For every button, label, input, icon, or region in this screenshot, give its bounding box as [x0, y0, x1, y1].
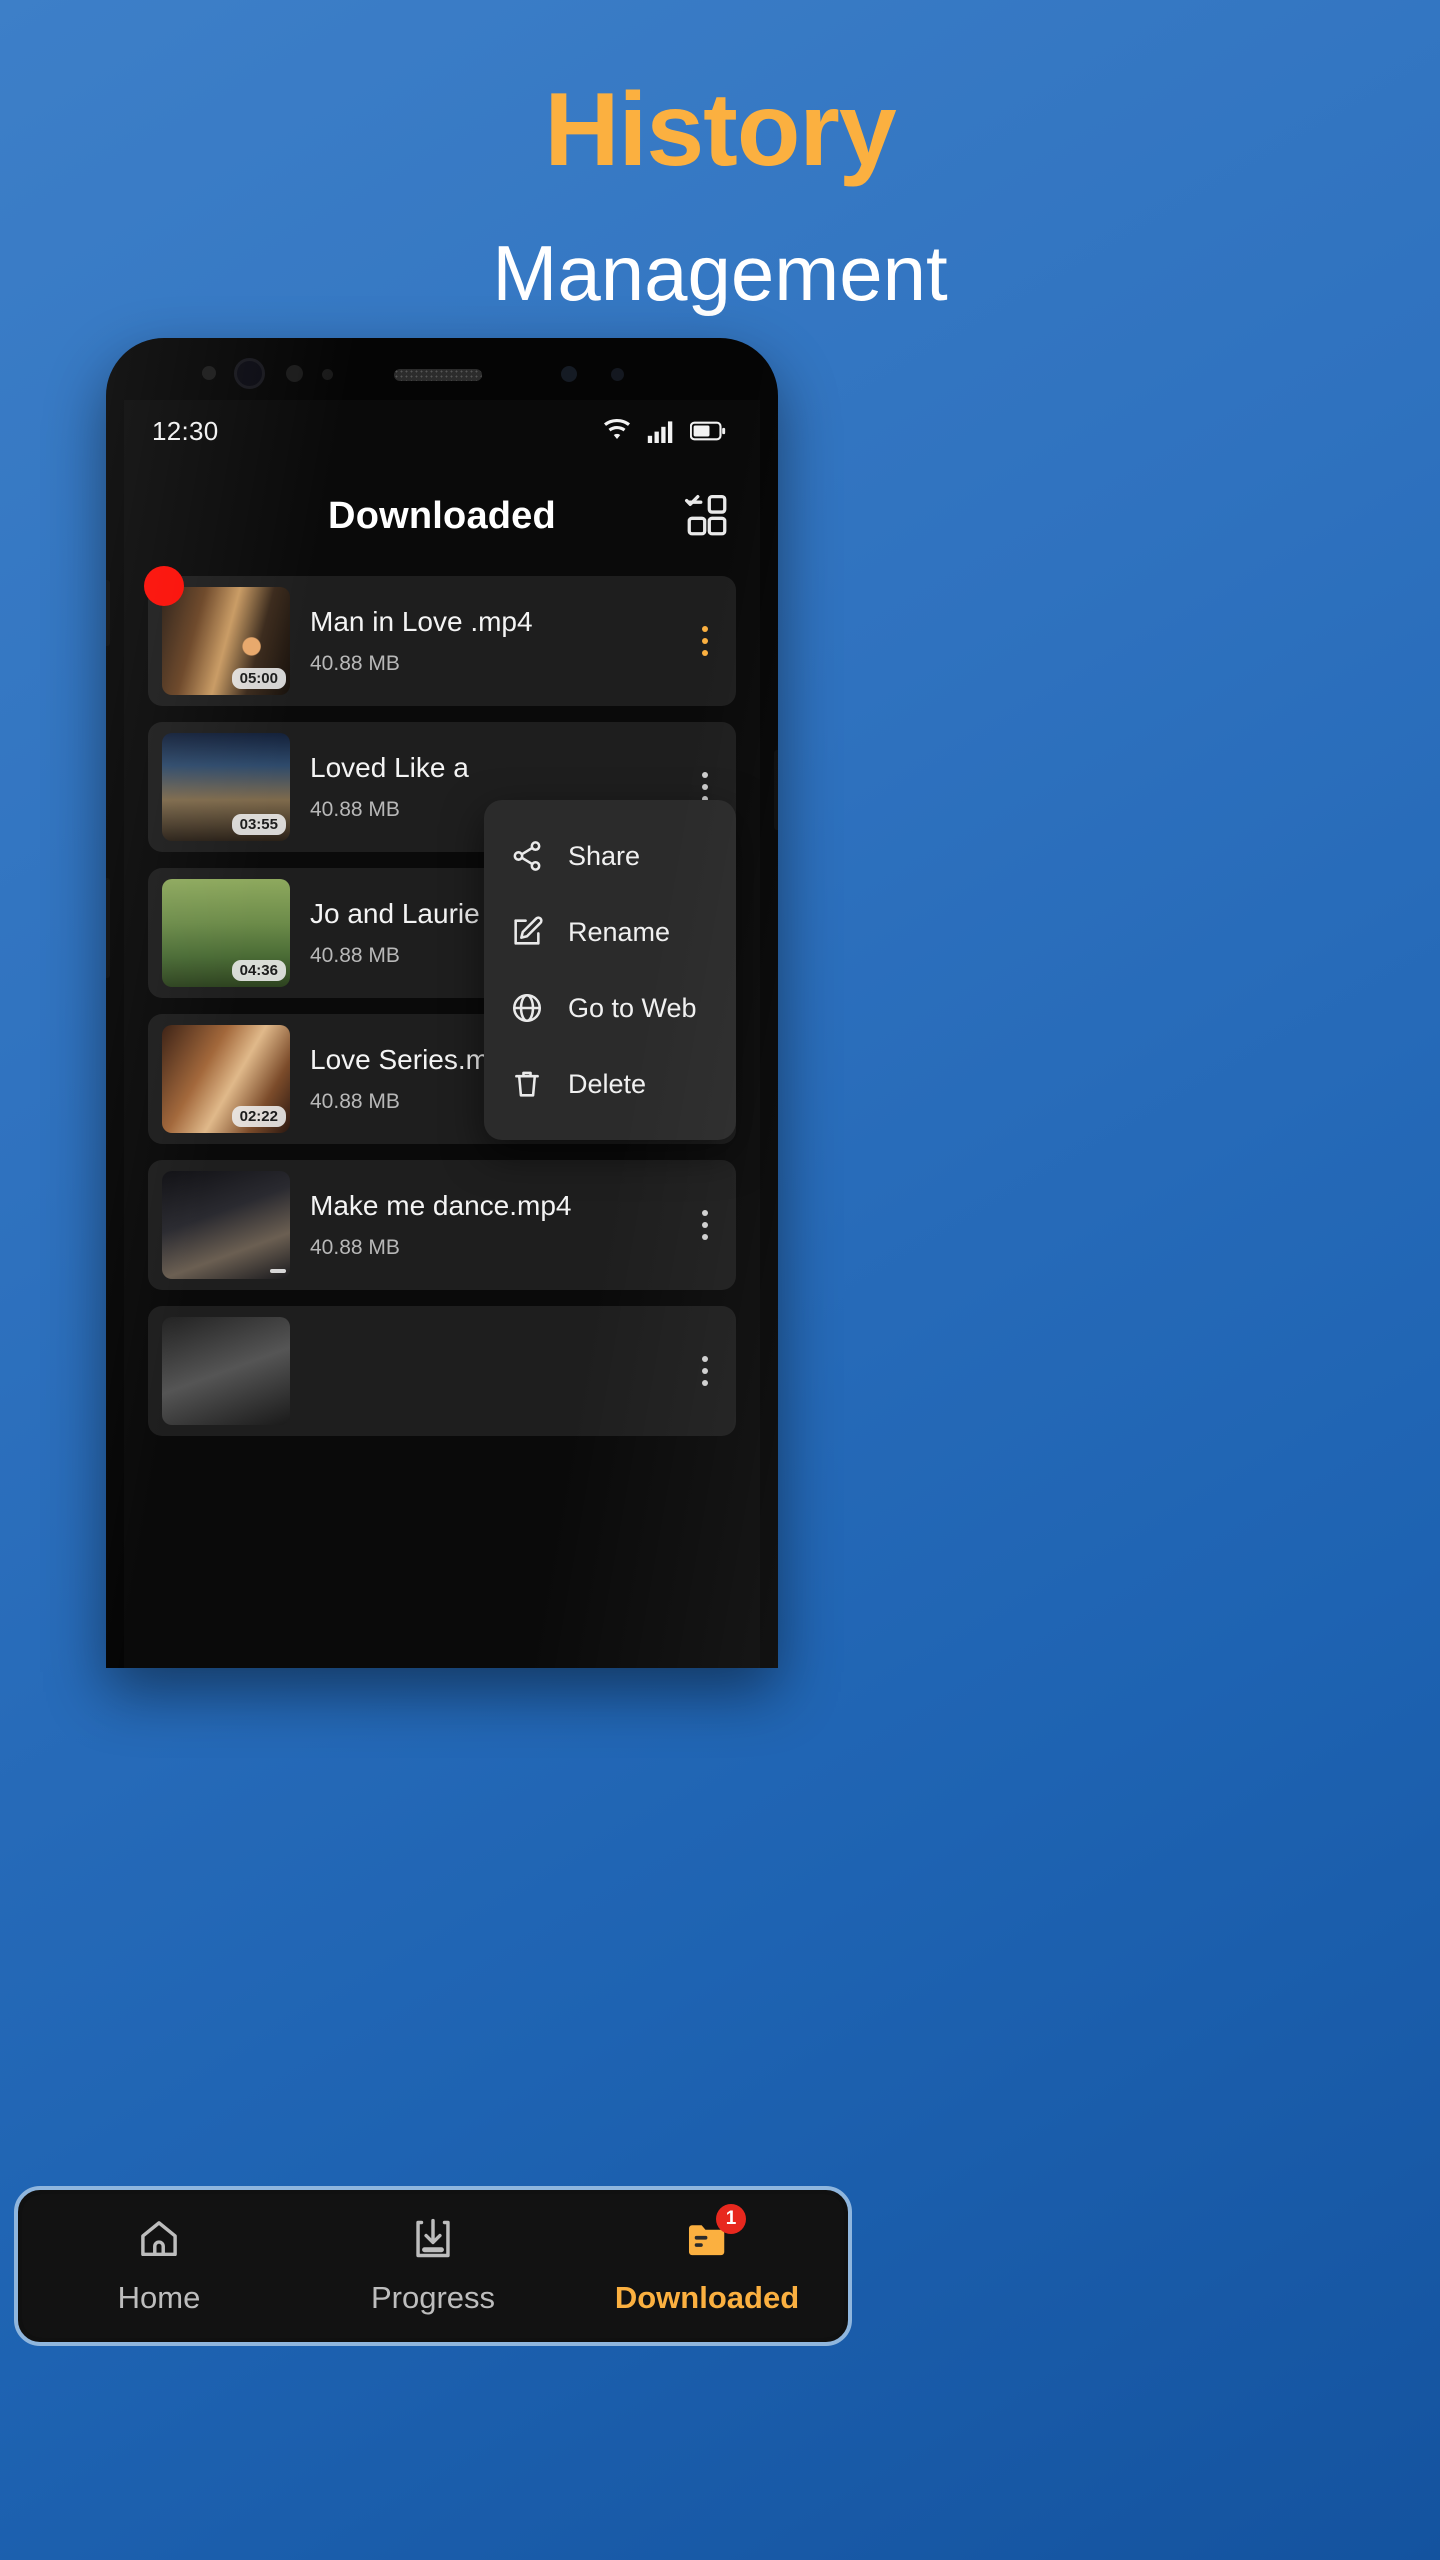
cellular-signal-icon — [646, 419, 676, 443]
unread-badge-dot — [144, 566, 184, 606]
file-name: Make me dance.mp4 — [310, 1190, 572, 1221]
status-time: 12:30 — [152, 415, 219, 446]
phone-mockup: 12:30 Downloaded 05:00 Man in Love .mp4 … — [106, 338, 778, 1668]
video-duration: 02:22 — [231, 1106, 286, 1127]
more-options-icon[interactable] — [688, 1356, 722, 1386]
nav-item-home[interactable]: Home — [22, 2216, 296, 2316]
file-size: 40.88 MB — [310, 652, 400, 675]
folder-icon: 1 — [684, 2204, 746, 2262]
list-item-meta: Make me dance.mp4 40.88 MB — [310, 1190, 668, 1260]
menu-item-delete[interactable]: Delete — [484, 1046, 736, 1122]
front-camera-icon — [234, 358, 265, 389]
light-sensor-icon — [286, 365, 303, 382]
phone-volume-up-button — [106, 580, 110, 646]
list-item-meta: Man in Love .mp4 40.88 MB — [310, 606, 668, 676]
trash-icon — [510, 1067, 544, 1101]
video-duration: 03:55 — [231, 814, 286, 835]
app-bar-title: Downloaded — [328, 494, 556, 537]
status-icons — [602, 419, 726, 443]
bottom-navigation-bar: Home Progress 1 Downloaded — [14, 2186, 852, 2346]
phone-volume-down-button — [106, 878, 110, 978]
menu-item-label: Share — [568, 840, 641, 871]
file-name: Loved Like a — [310, 752, 469, 783]
menu-item-label: Go to Web — [568, 992, 697, 1023]
download-icon — [410, 2216, 456, 2262]
context-menu: Share Rename Go to Web Delete — [484, 800, 736, 1140]
nav-item-label: Home — [117, 2280, 201, 2315]
file-size: 40.88 MB — [310, 1236, 400, 1259]
led-indicator-icon — [611, 368, 624, 381]
video-duration — [270, 1269, 286, 1273]
secondary-camera-icon — [561, 366, 577, 382]
video-thumbnail[interactable]: 04:36 — [162, 879, 290, 987]
video-duration: 04:36 — [231, 960, 286, 981]
wifi-icon — [602, 419, 632, 443]
video-thumbnail[interactable]: 05:00 — [162, 587, 290, 695]
menu-item-rename[interactable]: Rename — [484, 894, 736, 970]
share-icon — [510, 839, 544, 873]
more-options-icon[interactable] — [688, 626, 722, 656]
menu-item-share[interactable]: Share — [484, 818, 736, 894]
ir-sensor-icon — [322, 369, 333, 380]
select-grid-icon[interactable] — [684, 493, 730, 539]
nav-item-label: Downloaded — [614, 2280, 800, 2315]
file-name: Man in Love .mp4 — [310, 606, 533, 637]
status-badge: 1 — [716, 2204, 746, 2234]
more-options-icon[interactable] — [688, 1210, 722, 1240]
home-icon — [136, 2216, 182, 2262]
menu-item-label: Delete — [568, 1068, 647, 1099]
promo-header: History Management — [0, 0, 1440, 312]
phone-screen: 12:30 Downloaded 05:00 Man in Love .mp4 … — [124, 400, 760, 1668]
nav-item-downloaded[interactable]: 1 Downloaded — [570, 2204, 844, 2316]
menu-item-go-to-web[interactable]: Go to Web — [484, 970, 736, 1046]
video-thumbnail[interactable] — [162, 1317, 290, 1425]
video-thumbnail[interactable]: 03:55 — [162, 733, 290, 841]
table-row[interactable] — [148, 1306, 736, 1436]
video-thumbnail[interactable]: 02:22 — [162, 1025, 290, 1133]
video-duration: 05:00 — [231, 668, 286, 689]
bottom-nav-inner: Home Progress 1 Downloaded — [22, 2194, 844, 2338]
battery-icon — [690, 420, 726, 442]
app-bar: Downloaded — [124, 462, 760, 570]
nav-item-progress[interactable]: Progress — [296, 2216, 570, 2316]
menu-item-label: Rename — [568, 916, 671, 947]
globe-icon — [510, 991, 544, 1025]
table-row[interactable]: Make me dance.mp4 40.88 MB — [148, 1160, 736, 1290]
page-subtitle: Management — [492, 229, 948, 317]
earpiece-speaker-icon — [394, 369, 482, 381]
status-bar: 12:30 — [124, 400, 760, 462]
more-options-icon[interactable] — [688, 772, 722, 802]
nav-item-label: Progress — [370, 2280, 496, 2315]
proximity-sensor-icon — [202, 366, 216, 380]
phone-bezel — [106, 338, 778, 400]
phone-power-button — [774, 750, 778, 830]
page-title: History — [544, 72, 896, 188]
pencil-edit-icon — [510, 915, 544, 949]
table-row[interactable]: 05:00 Man in Love .mp4 40.88 MB — [144, 566, 736, 706]
video-thumbnail[interactable] — [162, 1171, 290, 1279]
